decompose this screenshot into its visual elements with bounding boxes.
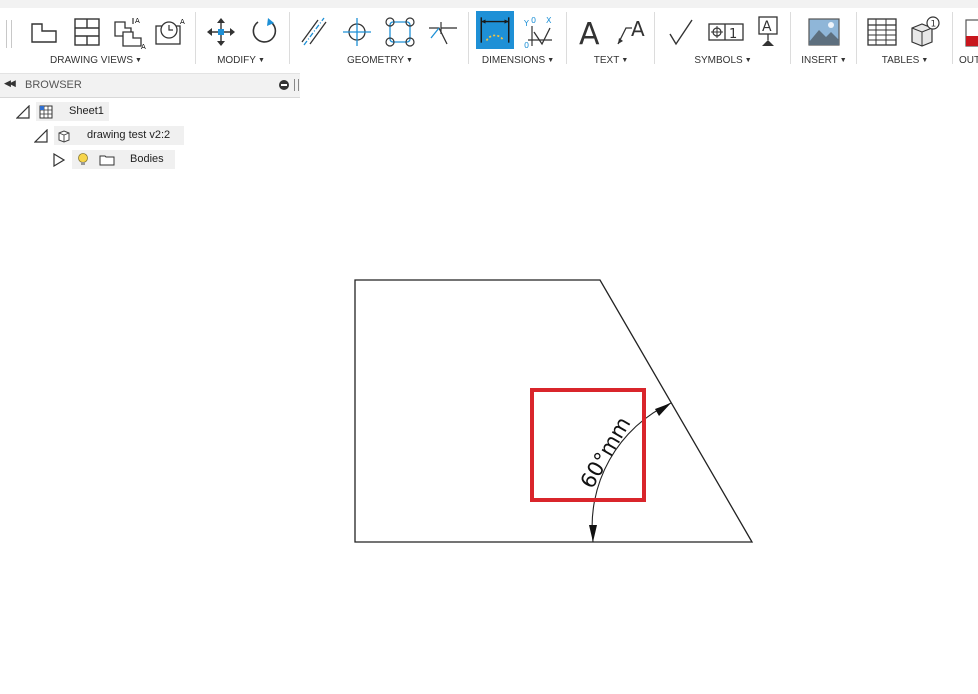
centerline-icon[interactable]	[296, 14, 332, 50]
component-icon	[56, 128, 72, 144]
group-output: OUT	[956, 8, 978, 68]
svg-text:0: 0	[524, 41, 529, 50]
dimension-arrowhead	[589, 525, 597, 542]
group-modify: MODIFY ▼	[200, 8, 282, 68]
toolbar-separator	[952, 12, 953, 64]
angle-dimension-text[interactable]: 60°mm	[576, 413, 636, 493]
feature-control-frame-icon[interactable]: 1	[706, 14, 746, 50]
group-label-text[interactable]: TEXT ▼	[570, 55, 652, 66]
drawing-profile[interactable]	[354, 279, 754, 543]
rotate-icon[interactable]	[246, 14, 282, 50]
group-dimensions: Y 0 X 0 DIMENSIONS ▼	[472, 8, 564, 68]
tree-node-label: Bodies	[130, 153, 164, 165]
toolbar-grip[interactable]	[6, 20, 12, 48]
toolbar-separator	[856, 12, 857, 64]
base-view-icon[interactable]	[26, 14, 62, 50]
group-tables: 1 TABLES ▼	[860, 8, 950, 68]
sheet-icon	[38, 104, 54, 120]
group-label-geometry[interactable]: GEOMETRY ▼	[294, 55, 466, 66]
group-symbols: 1 A SYMBOLS ▼	[658, 8, 788, 68]
visibility-bulb-icon[interactable]	[75, 152, 91, 168]
svg-text:A: A	[579, 17, 600, 50]
svg-text:1: 1	[729, 27, 737, 42]
group-label-output[interactable]: OUT	[959, 55, 978, 66]
toolbar-separator	[654, 12, 655, 64]
table-icon[interactable]	[864, 14, 900, 50]
section-view-icon[interactable]: A A	[111, 14, 147, 50]
svg-text:0: 0	[531, 16, 536, 25]
svg-text:A: A	[762, 19, 772, 35]
group-label-dimensions[interactable]: DIMENSIONS ▼	[472, 55, 564, 66]
toolbar-separator	[468, 12, 469, 64]
toolbar-separator	[790, 12, 791, 64]
group-label-modify[interactable]: MODIFY ▼	[200, 55, 282, 66]
projected-view-icon[interactable]	[69, 14, 105, 50]
dimension-arrowhead	[655, 403, 671, 416]
group-label-tables[interactable]: TABLES ▼	[860, 55, 950, 66]
toolbar-separator	[289, 12, 290, 64]
move-icon[interactable]	[203, 14, 239, 50]
tree-node-bodies[interactable]: Bodies	[0, 150, 180, 170]
tree-node-label: Sheet1	[69, 105, 104, 117]
tree-node-sheet[interactable]: Sheet1	[0, 102, 120, 122]
center-mark-icon[interactable]	[339, 14, 375, 50]
collapse-browser-icon[interactable]: ◀◀	[4, 78, 16, 89]
surface-texture-icon[interactable]	[664, 14, 700, 50]
svg-text:X: X	[546, 16, 552, 25]
svg-text:A: A	[180, 18, 185, 26]
folder-icon	[99, 152, 115, 168]
balloon-icon[interactable]: 1	[906, 14, 942, 50]
svg-text:Y: Y	[523, 19, 529, 28]
svg-text:A: A	[135, 17, 140, 25]
insert-image-icon[interactable]	[806, 14, 842, 50]
group-insert: INSERT ▼	[794, 8, 854, 68]
svg-text:A: A	[631, 17, 645, 41]
text-icon[interactable]: A	[572, 14, 608, 50]
group-label-drawing-views[interactable]: DRAWING VIEWS ▼	[22, 55, 170, 66]
ribbon-toolbar: A A A DRAWING VIEWS ▼ MODIFY ▼ GEOMETRY …	[0, 0, 978, 68]
collapsed-triangle-icon[interactable]	[52, 152, 66, 168]
group-drawing-views: A A A DRAWING VIEWS ▼	[22, 8, 185, 68]
group-label-insert[interactable]: INSERT ▼	[794, 55, 854, 66]
tree-node-label: drawing test v2:2	[87, 129, 171, 141]
dimension-icon[interactable]	[476, 11, 514, 49]
expanded-triangle-icon[interactable]	[33, 128, 48, 143]
minimize-browser-icon[interactable]	[279, 80, 289, 90]
output-pdf-icon[interactable]	[964, 14, 978, 50]
group-geometry: GEOMETRY ▼	[294, 8, 466, 68]
group-text: A A TEXT ▼	[570, 8, 652, 68]
drawing-canvas: 60°mm	[354, 279, 754, 543]
browser-title: BROWSER	[25, 79, 82, 91]
edge-extension-icon[interactable]	[425, 14, 461, 50]
browser-header: ◀◀ BROWSER	[0, 73, 300, 98]
detail-view-icon[interactable]: A	[153, 14, 189, 50]
leader-icon[interactable]: A	[614, 14, 650, 50]
toolbar-separator	[195, 12, 196, 64]
datum-identifier-icon[interactable]: A	[750, 14, 786, 50]
svg-text:A: A	[141, 43, 146, 50]
toolbar-top-strip	[0, 0, 978, 8]
center-mark-pattern-icon[interactable]	[382, 14, 418, 50]
expanded-triangle-icon[interactable]	[15, 104, 30, 119]
browser-pin-icon[interactable]	[294, 79, 299, 91]
group-label-symbols[interactable]: SYMBOLS ▼	[658, 55, 788, 66]
svg-text:1: 1	[931, 20, 937, 30]
toolbar-separator	[566, 12, 567, 64]
tree-node-component[interactable]: drawing test v2:2	[0, 126, 190, 146]
ordinate-dimension-icon[interactable]: Y 0 X 0	[520, 14, 556, 50]
